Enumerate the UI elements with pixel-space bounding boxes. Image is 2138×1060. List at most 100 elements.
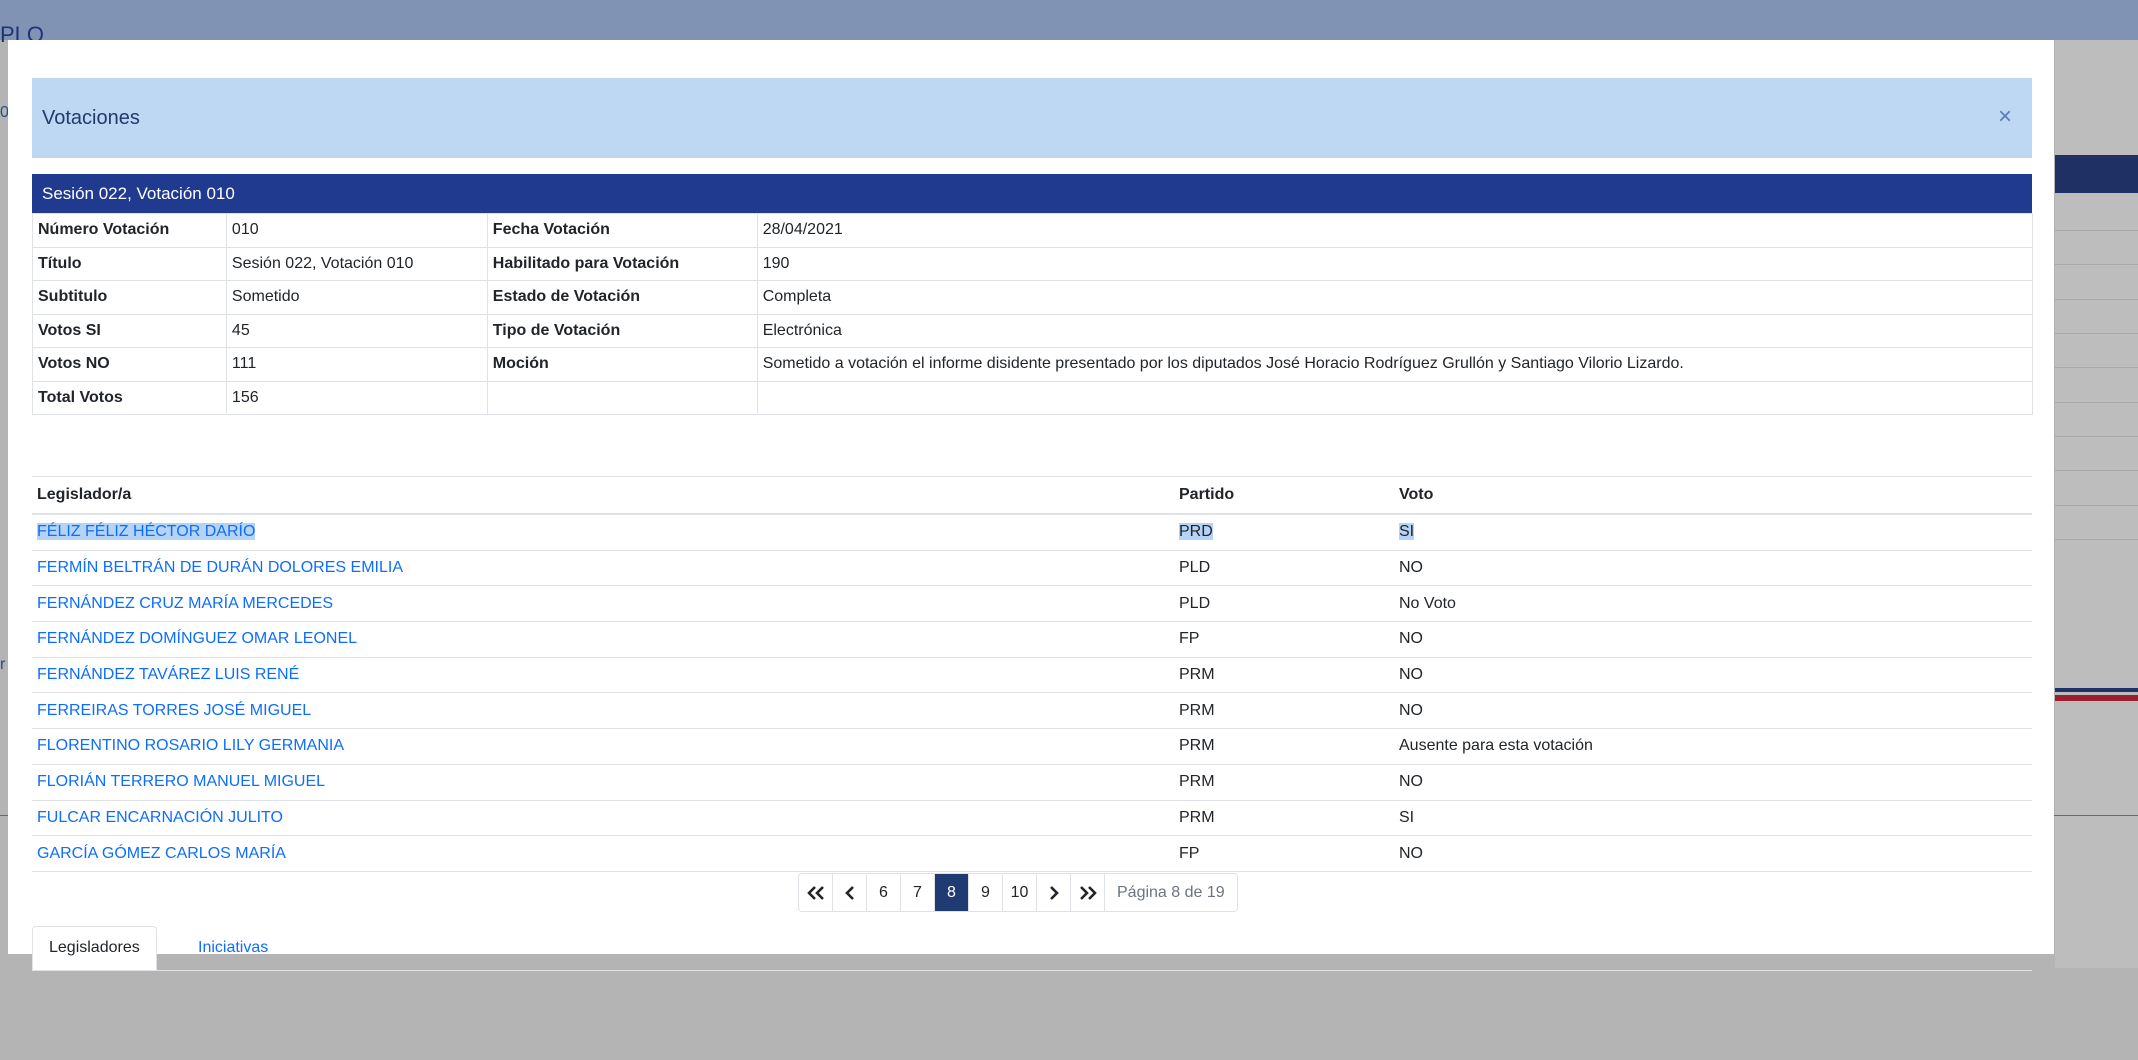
table-row: FERNÁNDEZ CRUZ MARÍA MERCEDES PLD No Voto xyxy=(32,585,2032,623)
close-button[interactable]: × xyxy=(1998,102,2012,132)
previous-page-button[interactable] xyxy=(833,874,867,911)
party-text: PRM xyxy=(1179,737,1215,755)
column-header-vote[interactable]: Voto xyxy=(1394,476,2032,515)
background-left-text: r xyxy=(0,656,6,673)
next-page-button[interactable] xyxy=(1037,874,1071,911)
legislator-link[interactable]: FERREIRAS TORRES JOSÉ MIGUEL xyxy=(37,702,311,719)
legislator-link[interactable]: FULCAR ENCARNACIÓN JULITO xyxy=(37,809,283,826)
vote-cell: NO xyxy=(1394,657,2032,694)
info-value: Completa xyxy=(756,280,2034,315)
page-info: Página 8 de 19 xyxy=(1105,874,1237,911)
party-text: PLD xyxy=(1179,594,1211,612)
info-label: Subtitulo xyxy=(32,280,227,315)
legislator-link[interactable]: FLORIÁN TERRERO MANUEL MIGUEL xyxy=(37,773,325,790)
info-label: Fecha Votación xyxy=(486,213,758,248)
party-text: PLD xyxy=(1179,559,1211,577)
page-button[interactable]: 10 xyxy=(1003,874,1037,911)
info-label: Votos SI xyxy=(32,313,227,348)
table-row: FERNÁNDEZ TAVÁREZ LUIS RENÉ PRM NO xyxy=(32,657,2032,694)
info-value: 28/04/2021 xyxy=(756,213,2034,248)
tab-legisladores[interactable]: Legisladores xyxy=(32,926,157,970)
info-label: Tipo de Votación xyxy=(486,313,758,348)
info-value: 111 xyxy=(225,347,488,382)
info-label: Habilitado para Votación xyxy=(486,246,758,281)
session-header: Sesión 022, Votación 010 xyxy=(32,174,2032,213)
table-row: GARCÍA GÓMEZ CARLOS MARÍA FP NO xyxy=(32,835,2032,872)
info-value: Sometido xyxy=(225,280,488,315)
vote-text: NO xyxy=(1399,559,1423,577)
vote-text: SI xyxy=(1399,523,1415,541)
info-value: Sesión 022, Votación 010 xyxy=(225,246,488,281)
session-header-text: Sesión 022, Votación 010 xyxy=(42,183,235,203)
party-cell: PRD xyxy=(1174,514,1394,551)
vote-cell: No Voto xyxy=(1394,585,2032,623)
legislator-cell: FÉLIZ FÉLIZ HÉCTOR DARÍO xyxy=(32,514,1174,551)
chevron-right-icon xyxy=(1049,885,1059,900)
table-row: FERMÍN BELTRÁN DE DURÁN DOLORES EMILIA PL… xyxy=(32,550,2032,587)
tab-iniciativas[interactable]: Iniciativas xyxy=(182,926,284,970)
page-button[interactable]: 9 xyxy=(969,874,1003,911)
legislators-header-row: Legislador/a Partido Voto xyxy=(32,476,2032,515)
page-button[interactable]: 8 xyxy=(935,874,969,911)
vote-text: No Voto xyxy=(1399,594,1456,612)
page-button[interactable]: 6 xyxy=(867,874,901,911)
info-row: Total Votos 156 xyxy=(32,380,2034,415)
info-row: Subtitulo Sometido Estado de Votación Compl… xyxy=(32,280,2034,315)
table-row: FULCAR ENCARNACIÓN JULITO PRM SI xyxy=(32,800,2032,837)
legislator-link[interactable]: FERNÁNDEZ TAVÁREZ LUIS RENÉ xyxy=(37,666,299,683)
info-label: Total Votos xyxy=(32,380,227,415)
party-text: PRM xyxy=(1179,701,1215,719)
party-cell: PLD xyxy=(1174,550,1394,587)
modal-header: Votaciones × xyxy=(32,78,2032,158)
info-row: Votos SI 45 Tipo de Votación Electrónica xyxy=(32,313,2034,348)
table-row: FERNÁNDEZ DOMÍNGUEZ OMAR LEONEL FP NO xyxy=(32,621,2032,658)
vote-text: Ausente para esta votación xyxy=(1399,737,1593,755)
modal-tabs: Legisladores Iniciativas xyxy=(32,926,2032,971)
info-label: Votos NO xyxy=(32,347,227,382)
party-text: PRM xyxy=(1179,808,1215,826)
legislator-link[interactable]: FERMÍN BELTRÁN DE DURÁN DOLORES EMILIA xyxy=(37,559,403,576)
legislator-link[interactable]: FERNÁNDEZ DOMÍNGUEZ OMAR LEONEL xyxy=(37,630,357,647)
double-chevron-left-icon xyxy=(806,885,824,900)
legislator-cell: FERNÁNDEZ DOMÍNGUEZ OMAR LEONEL xyxy=(32,621,1174,658)
info-value: 156 xyxy=(225,380,488,415)
column-header-legislator[interactable]: Legislador/a xyxy=(32,476,1174,515)
vote-cell: SI xyxy=(1394,514,2032,551)
legislator-link[interactable]: FÉLIZ FÉLIZ HÉCTOR DARÍO xyxy=(37,523,256,541)
vote-cell: NO xyxy=(1394,550,2032,587)
page-button[interactable]: 7 xyxy=(901,874,935,911)
table-row: FÉLIZ FÉLIZ HÉCTOR DARÍO PRD SI xyxy=(32,514,2032,551)
party-cell: PRM xyxy=(1174,657,1394,694)
info-value: 010 xyxy=(225,213,488,248)
party-text: PRM xyxy=(1179,773,1215,791)
info-row: Votos NO 111 Moción Sometido a votación el … xyxy=(32,347,2034,382)
party-cell: PRM xyxy=(1174,800,1394,837)
info-label: Moción xyxy=(486,347,758,382)
legislator-cell: FERNÁNDEZ TAVÁREZ LUIS RENÉ xyxy=(32,657,1174,694)
legislator-link[interactable]: FLORENTINO ROSARIO LILY GERMANIA xyxy=(37,737,344,754)
party-cell: PRM xyxy=(1174,764,1394,801)
vote-cell: NO xyxy=(1394,835,2032,872)
votaciones-modal: Votaciones × Sesión 022, Votación 010 Nú… xyxy=(8,40,2054,971)
first-page-button[interactable] xyxy=(799,874,833,911)
party-cell: PRM xyxy=(1174,692,1394,730)
vote-text: NO xyxy=(1399,773,1423,791)
legislator-link[interactable]: GARCÍA GÓMEZ CARLOS MARÍA xyxy=(37,845,286,862)
legislator-cell: FULCAR ENCARNACIÓN JULITO xyxy=(32,800,1174,837)
party-cell: FP xyxy=(1174,621,1394,658)
info-value xyxy=(756,380,2034,415)
table-row: FERREIRAS TORRES JOSÉ MIGUEL PRM NO xyxy=(32,692,2032,730)
legislator-link[interactable]: FERNÁNDEZ CRUZ MARÍA MERCEDES xyxy=(37,595,333,612)
vote-info-table: Número Votación 010 Fecha Votación 28/04/20… xyxy=(32,213,2034,415)
party-cell: PLD xyxy=(1174,585,1394,623)
party-cell: FP xyxy=(1174,835,1394,872)
info-value: 45 xyxy=(225,313,488,348)
legislator-cell: FERNÁNDEZ CRUZ MARÍA MERCEDES xyxy=(32,585,1174,623)
party-text: PRM xyxy=(1179,666,1215,684)
last-page-button[interactable] xyxy=(1071,874,1105,911)
legislators-table: Legislador/a Partido Voto FÉLIZ FÉLIZ HÉ… xyxy=(32,476,2032,872)
party-text: FP xyxy=(1179,630,1200,648)
column-header-party[interactable]: Partido xyxy=(1174,476,1394,515)
pagination: 6 7 8 9 10 Página 8 de 19 xyxy=(798,873,1238,912)
info-label xyxy=(486,380,758,415)
